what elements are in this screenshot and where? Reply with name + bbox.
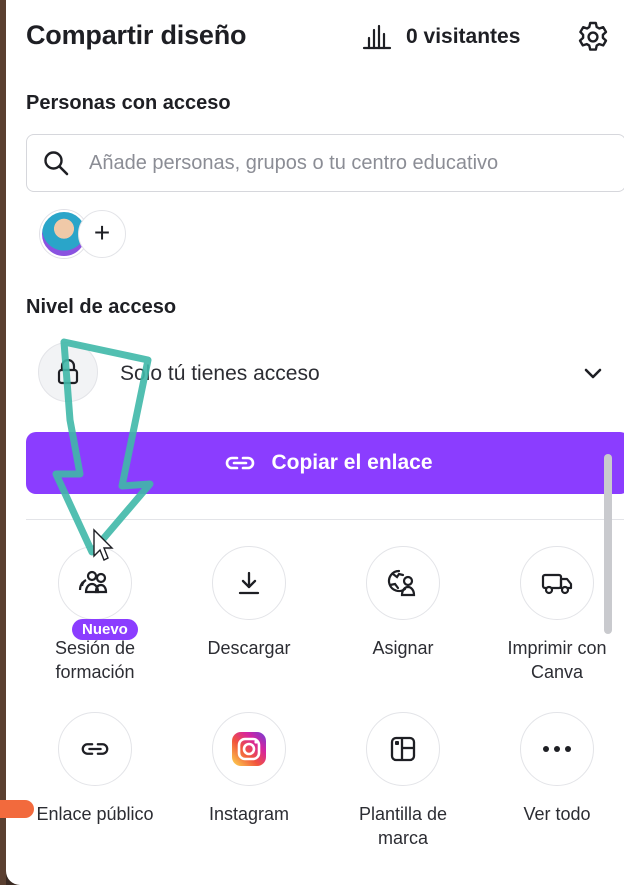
lock-icon: [57, 359, 79, 385]
people-access-label: Personas con acceso: [26, 92, 231, 114]
link-icon: [81, 743, 109, 755]
action-circle: [520, 712, 594, 786]
share-panel: Compartir diseño 0 visitantes Personas c…: [6, 0, 624, 885]
action-instagram[interactable]: Instagram: [174, 712, 324, 826]
action-circle: [58, 546, 132, 620]
access-level-value: Solo tú tienes acceso: [120, 362, 320, 385]
visitors-label: 0 visitantes: [406, 25, 521, 48]
action-label: Descargar: [207, 638, 291, 658]
orange-tab: [0, 800, 34, 818]
action-circle: [366, 712, 440, 786]
search-field[interactable]: [26, 134, 624, 192]
action-circle: [212, 546, 286, 620]
assign-icon: [387, 569, 416, 597]
action-label: Plantilla de marca: [358, 804, 448, 848]
access-level-dropdown[interactable]: Solo tú tienes acceso: [26, 340, 624, 408]
access-level-label: Nivel de acceso: [26, 296, 177, 318]
action-public-link[interactable]: Enlace público: [20, 712, 170, 826]
gear-icon[interactable]: [576, 20, 610, 54]
action-circle: [212, 712, 286, 786]
action-label: Sesión de formación: [54, 638, 136, 682]
action-circle: [58, 712, 132, 786]
action-label: Instagram: [208, 804, 290, 824]
panel-title: Compartir diseño: [26, 20, 247, 50]
add-person-button[interactable]: +: [78, 210, 126, 258]
bar-chart-icon: [362, 24, 392, 50]
search-icon: [44, 151, 69, 176]
action-label: Ver todo: [523, 804, 591, 824]
action-assign[interactable]: Asignar: [328, 546, 478, 660]
instagram-icon: [232, 732, 266, 766]
action-label: Asignar: [372, 638, 434, 658]
chevron-down-icon: [584, 368, 602, 379]
training-session-icon: [78, 570, 108, 594]
action-download[interactable]: Descargar: [174, 546, 324, 660]
visitors-counter[interactable]: 0 visitantes: [362, 24, 520, 50]
truck-icon: [541, 573, 573, 595]
scrollbar[interactable]: [604, 454, 612, 634]
lock-icon-circle: [38, 342, 98, 402]
download-icon: [238, 571, 260, 595]
link-icon: [226, 456, 255, 470]
copy-link-label: Copiar el enlace: [271, 451, 433, 474]
copy-link-button[interactable]: Copiar el enlace: [26, 432, 624, 494]
action-circle: [520, 546, 594, 620]
action-circle: [366, 546, 440, 620]
action-brand-template[interactable]: Plantilla de marca: [328, 712, 478, 850]
more-icon: [543, 746, 571, 752]
search-input[interactable]: [87, 150, 624, 176]
new-badge: Nuevo: [72, 619, 138, 640]
action-label: Enlace público: [36, 804, 154, 824]
action-see-all[interactable]: Ver todo: [482, 712, 624, 826]
action-training-session[interactable]: Nuevo Sesión de formación: [20, 546, 170, 684]
action-print-canva[interactable]: Imprimir con Canva: [482, 546, 624, 684]
divider: [26, 519, 624, 520]
brand-template-icon: [390, 736, 416, 762]
action-label: Imprimir con Canva: [507, 638, 607, 682]
